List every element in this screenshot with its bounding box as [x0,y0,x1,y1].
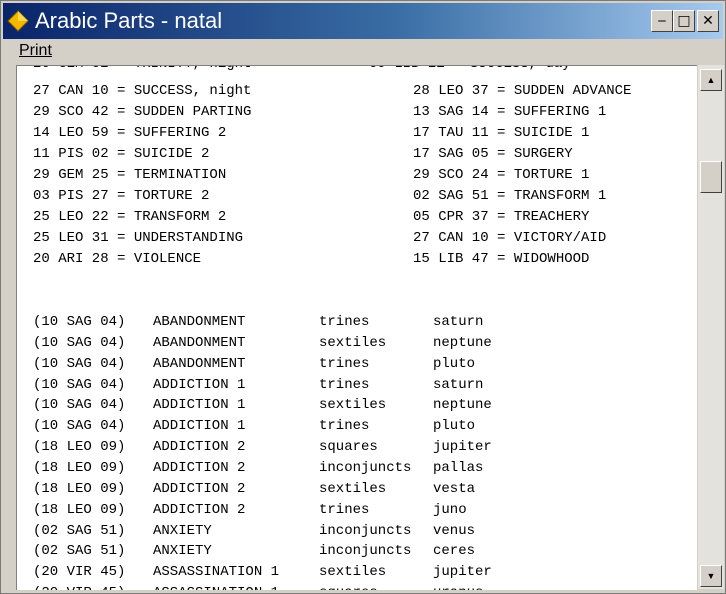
aspect-part: ADDICTION 2 [153,459,246,476]
aspect-aspect: squares [319,583,378,590]
aspect-pos: (18 LEO 09) [33,439,126,456]
aspect-pos: (18 LEO 09) [33,459,126,476]
aspect-aspect: sextiles [319,480,387,497]
aspect-planet: neptune [433,397,492,414]
aspect-aspect: trines [319,355,370,372]
aspect-planet: saturn [433,376,484,393]
aspect-aspect: trines [319,314,370,330]
aspect-aspect: inconjuncts [319,543,412,560]
part-right-entry: 28 LEO 37 = SUDDEN ADVANCE [413,83,632,99]
aspect-planet: pluto [433,355,476,372]
aspect-pos: (02 SAG 51) [33,543,126,560]
diamond-icon [7,10,29,32]
part-right-entry: 02 SAG 51 = TRANSFORM 1 [413,188,607,204]
part-left-entry: 25 LEO 22 = TRANSFORM 2 [33,209,227,225]
aspect-part: ANXIETY [153,543,212,560]
close-button[interactable]: ✕ [697,10,719,32]
aspect-pos: (18 LEO 09) [33,501,126,518]
aspect-part: ADDICTION 2 [153,501,246,518]
aspect-planet: vesta [433,480,476,497]
aspect-aspect: trines [319,418,370,435]
scroll-down-arrow-icon: ▼ [706,571,716,581]
aspect-part: ABANDONMENT [153,334,246,351]
aspect-aspect: trines [319,376,370,393]
cut-off-row: 26 GEM 02 = TRINITY, night 09 LIB 21 = S… [33,66,571,75]
aspect-aspect: squares [319,439,378,456]
aspect-part: ADDICTION 2 [153,480,246,497]
minimize-icon: ‒ [657,13,667,29]
part-left-entry: 20 ARI 28 = VIOLENCE [33,251,202,267]
aspect-pos: (10 SAG 04) [33,418,126,435]
part-left-entry: 29 GEM 25 = TERMINATION [33,167,227,183]
vertical-scrollbar[interactable]: ▲ ▼ [698,65,724,589]
aspect-part: ASSASSINATION 1 [153,583,279,590]
aspect-planet: pallas [433,459,484,476]
aspect-planet: saturn [433,314,484,330]
part-right-entry: 15 LIB 47 = WIDOWHOOD [413,251,590,267]
aspect-planet: venus [433,522,476,539]
arabic-parts-window: Arabic Parts - natal ‒ □ ✕ Print 26 GEM … [0,0,726,594]
scroll-thumb[interactable] [700,161,722,193]
aspect-planet: jupiter [433,439,492,456]
title-bar[interactable]: Arabic Parts - natal ‒ □ ✕ [3,3,723,39]
part-left-entry: 29 SCO 42 = SUDDEN PARTING [33,104,252,120]
menu-bar: Print [3,39,723,63]
scroll-up-arrow-icon: ▲ [706,75,716,85]
menu-print[interactable]: Print [19,41,52,61]
aspect-part: ADDICTION 2 [153,439,246,456]
part-left-entry: 27 CAN 10 = SUCCESS, night [33,83,252,99]
aspect-planet: ceres [433,543,476,560]
aspect-planet: jupiter [433,564,492,581]
maximize-button[interactable]: □ [673,10,695,32]
window-title: Arabic Parts - natal [35,8,223,33]
part-left-entry: 03 PIS 27 = TORTURE 2 [33,188,210,204]
scroll-down-button[interactable]: ▼ [700,565,722,587]
aspect-planet: uranus [433,583,483,590]
close-icon: ✕ [702,13,714,29]
aspect-planet: neptune [433,334,492,351]
aspect-aspect: sextiles [319,397,387,414]
aspect-aspect: inconjuncts [319,522,412,539]
part-right-entry: 13 SAG 14 = SUFFERING 1 [413,104,607,120]
aspect-pos: (10 SAG 04) [33,397,126,414]
aspect-part: ADDICTION 1 [153,376,246,393]
menu-print-label: Print [19,42,52,59]
aspect-part: ASSASSINATION 1 [153,564,280,581]
aspect-pos: (10 SAG 04) [33,376,126,393]
aspect-pos: (02 SAG 51) [33,522,126,539]
aspect-part: ABANDONMENT [153,355,246,372]
aspect-pos: (20 VIR 45) [33,564,126,581]
aspect-planet: pluto [433,418,476,435]
aspect-pos: (10 SAG 04) [33,355,126,372]
maximize-icon: □ [677,13,691,29]
report-text-area[interactable]: 26 GEM 02 = TRINITY, night 09 LIB 21 = S… [16,65,697,590]
part-left-entry: 11 PIS 02 = SUICIDE 2 [33,146,210,162]
aspect-pos: (10 SAG 04) [33,334,126,351]
aspect-planet: juno [433,501,467,518]
part-left-entry: 14 LEO 59 = SUFFERING 2 [33,125,227,141]
scroll-up-button[interactable]: ▲ [700,69,722,91]
aspect-part: ADDICTION 1 [153,397,246,414]
aspect-part: ANXIETY [153,522,212,539]
aspect-pos: (10 SAG 04) [33,314,126,330]
aspect-part: ABANDONMENT [153,314,246,330]
part-right-entry: 17 SAG 05 = SURGERY [413,146,573,162]
aspect-aspect: trines [319,501,370,518]
aspect-pos: (20 VIR 45) [33,583,125,590]
part-right-entry: 05 CPR 37 = TREACHERY [413,209,590,225]
part-right-entry: 17 TAU 11 = SUICIDE 1 [413,125,590,141]
aspect-pos: (18 LEO 09) [33,480,126,497]
part-left-entry: 25 LEO 31 = UNDERSTANDING [33,230,244,246]
aspect-aspect: sextiles [319,564,387,581]
aspect-part: ADDICTION 1 [153,418,246,435]
minimize-button[interactable]: ‒ [651,10,673,32]
part-right-entry: 27 CAN 10 = VICTORY/AID [413,230,607,246]
part-right-entry: 29 SCO 24 = TORTURE 1 [413,167,590,183]
aspect-aspect: inconjuncts [319,459,412,476]
aspect-aspect: sextiles [319,334,387,351]
